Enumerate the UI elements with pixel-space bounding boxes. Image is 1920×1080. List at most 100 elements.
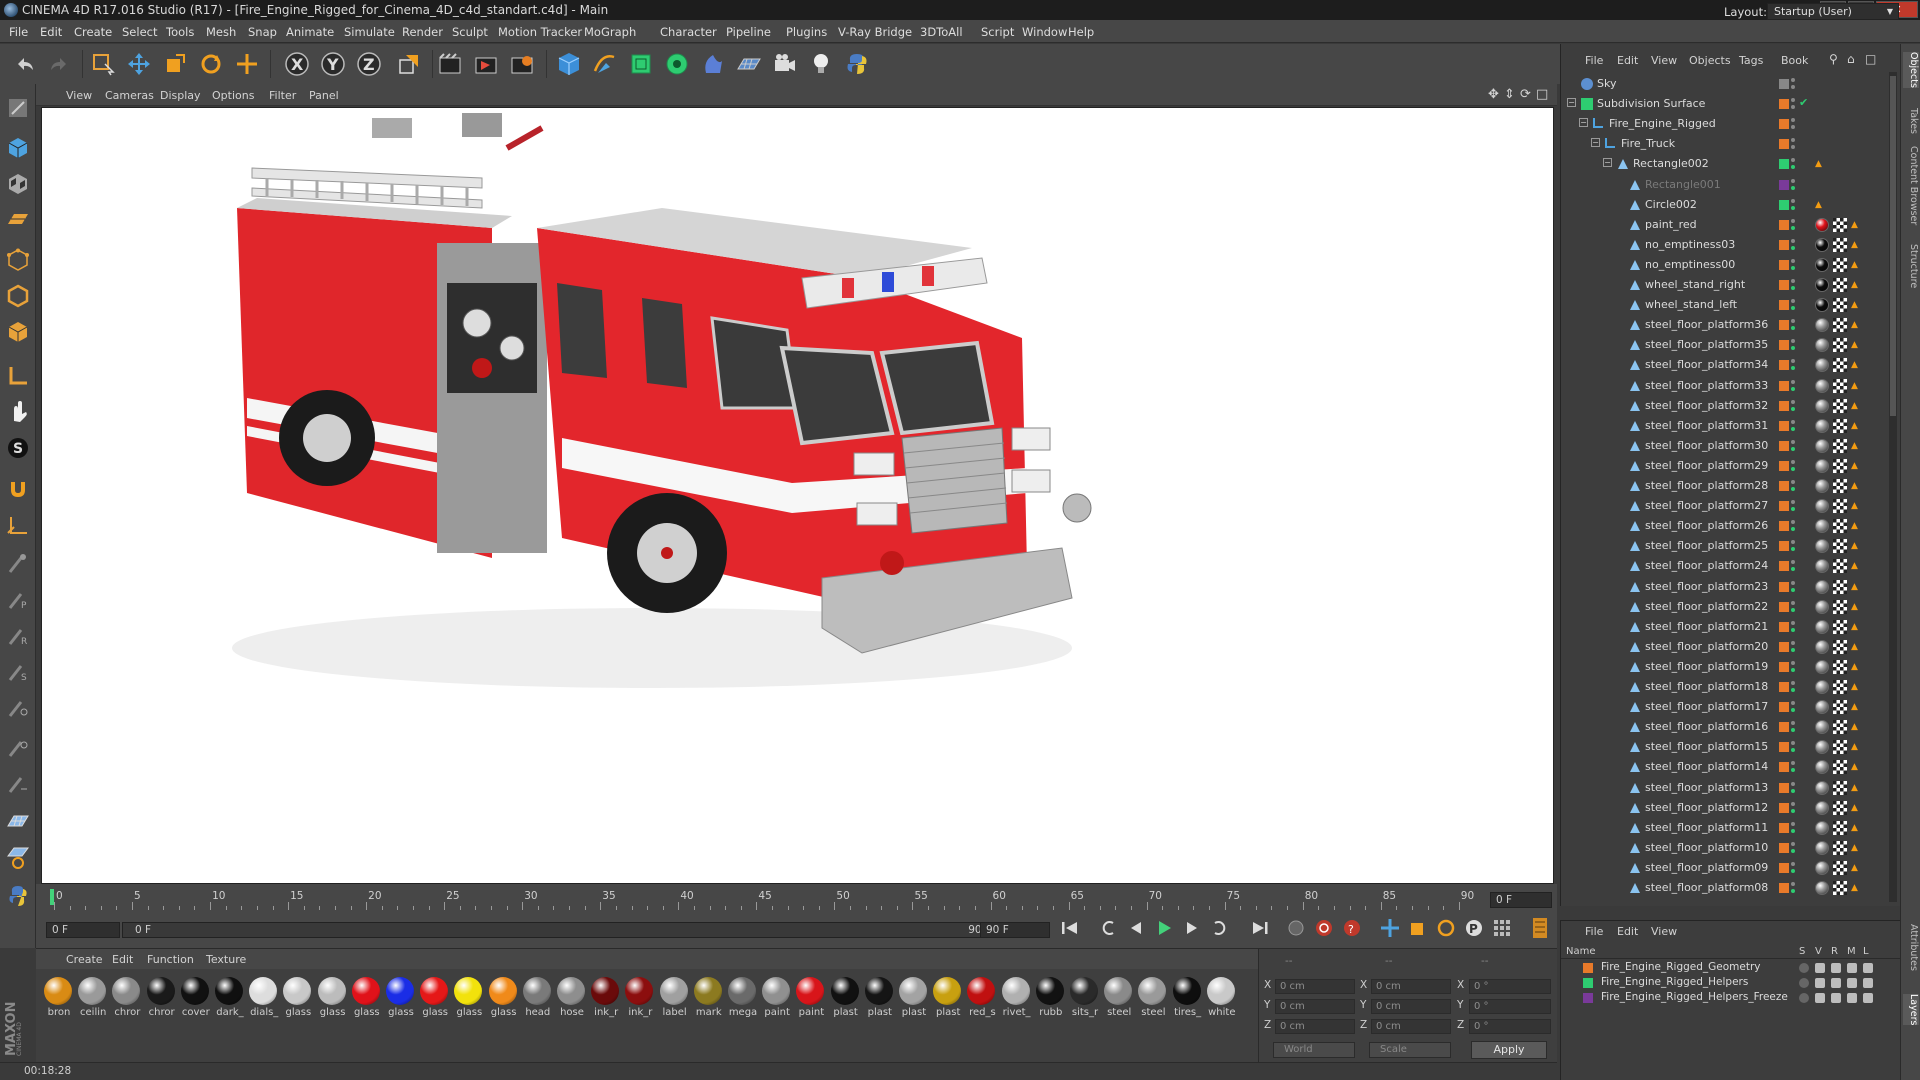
menu-select[interactable]: Select [122, 25, 157, 39]
menu-help[interactable]: Help [1068, 25, 1094, 39]
texture-tag-icon[interactable] [1833, 438, 1847, 453]
texture-mode-icon[interactable] [4, 170, 32, 198]
timeline-ruler[interactable]: 0 5 10 15 20 25 30 35 40 45 50 55 60 65 70 75 80 85 90 [50, 890, 1486, 912]
object-row[interactable]: steel_floor_platform34 ▲ [1561, 355, 1887, 375]
object-row[interactable]: no_emptiness03 ▲ [1561, 235, 1887, 255]
object-row[interactable]: steel_floor_platform19 ▲ [1561, 657, 1887, 677]
solo-toggle-icon[interactable] [1799, 963, 1809, 973]
phong-tag-icon[interactable]: ▲ [1851, 843, 1861, 853]
render-view-icon[interactable] [436, 50, 466, 78]
phong-tag-icon[interactable]: ▲ [1851, 300, 1861, 310]
editor-visibility-dot[interactable] [1791, 78, 1795, 82]
editor-visibility-dot[interactable] [1791, 741, 1795, 746]
home-icon[interactable]: ⌂ [1847, 52, 1855, 66]
layer-color-swatch[interactable] [1779, 159, 1789, 170]
tab-structure[interactable]: Structure [1903, 244, 1919, 288]
material-swatch[interactable]: head [521, 977, 553, 1018]
layer-color-swatch[interactable] [1779, 661, 1789, 672]
material-tag-icon[interactable] [1815, 358, 1829, 373]
pose-brush-icon[interactable]: P [4, 586, 32, 614]
texture-tag-icon[interactable] [1833, 659, 1847, 674]
object-row[interactable]: steel_floor_platform24 ▲ [1561, 556, 1887, 576]
viewport-menu-cameras[interactable]: Cameras [105, 89, 154, 102]
points-mode-icon[interactable] [4, 246, 32, 274]
phong-tag-icon[interactable]: ▲ [1851, 541, 1861, 551]
cube-icon[interactable] [554, 50, 584, 78]
texture-tag-icon[interactable] [1833, 700, 1847, 715]
material-swatch[interactable]: dark_ [213, 977, 245, 1018]
menu-render[interactable]: Render [402, 25, 443, 39]
layer-color-swatch[interactable] [1779, 561, 1789, 572]
object-menu-file[interactable]: File [1585, 54, 1603, 67]
layer-color-swatch[interactable] [1779, 440, 1789, 451]
material-tag-icon[interactable] [1815, 680, 1829, 694]
render-toggle-icon[interactable] [1831, 963, 1841, 973]
material-tag-icon[interactable] [1815, 700, 1829, 715]
object-row[interactable]: steel_floor_platform23 ▲ [1561, 577, 1887, 597]
previous-frame-icon[interactable] [1124, 917, 1148, 939]
render-visibility-dot[interactable] [1791, 688, 1795, 692]
material-tag-icon[interactable] [1815, 398, 1829, 413]
menu-window[interactable]: Window [1022, 25, 1067, 39]
layer-color-swatch[interactable] [1779, 541, 1789, 552]
layout-select[interactable]: Startup (User) ▼ [1767, 3, 1899, 20]
object-row[interactable]: steel_floor_platform10 ▲ [1561, 838, 1887, 858]
object-row[interactable]: − Fire_Engine_Rigged [1561, 114, 1887, 134]
layer-color-swatch[interactable] [1779, 119, 1789, 130]
editor-visibility-dot[interactable] [1791, 580, 1795, 585]
texture-tag-icon[interactable] [1833, 358, 1847, 373]
spline-tag-icon[interactable]: ▲ [1815, 159, 1825, 169]
layer-color-swatch[interactable] [1779, 581, 1789, 592]
layer-color-swatch[interactable] [1779, 239, 1789, 250]
position-y-field[interactable]: 0 cm [1275, 999, 1355, 1014]
editor-visibility-dot[interactable] [1791, 359, 1795, 364]
render-visibility-dot[interactable] [1791, 245, 1795, 250]
layer-color-swatch[interactable] [1779, 179, 1789, 190]
material-swatch[interactable]: glass [487, 977, 519, 1018]
tab-content-browser[interactable]: Content Browser [1903, 146, 1919, 225]
enable-axis-icon[interactable] [4, 512, 32, 540]
texture-tag-icon[interactable] [1833, 237, 1847, 252]
z-axis-icon[interactable]: Z [354, 50, 384, 78]
material-swatch[interactable]: sits_r [1068, 977, 1100, 1018]
camera-icon[interactable] [770, 50, 800, 78]
editor-visibility-dot[interactable] [1791, 520, 1795, 525]
material-tag-icon[interactable] [1815, 418, 1829, 433]
object-row[interactable]: steel_floor_platform14 ▲ [1561, 757, 1887, 777]
menu-snap[interactable]: Snap [248, 25, 277, 39]
menu-simulate[interactable]: Simulate [344, 25, 395, 39]
sculpt-brush-icon[interactable] [4, 550, 32, 578]
texture-tag-icon[interactable] [1833, 539, 1847, 554]
render-visibility-dot[interactable] [1791, 225, 1795, 230]
pen-spline-icon[interactable] [590, 50, 620, 78]
object-row[interactable]: no_emptiness00 ▲ [1561, 255, 1887, 275]
object-row[interactable]: wheel_stand_left ▲ [1561, 295, 1887, 315]
texture-tag-icon[interactable] [1833, 639, 1847, 654]
texture-tag-icon[interactable] [1833, 318, 1847, 333]
key-point-level-icon[interactable] [1490, 917, 1514, 939]
render-visibility-dot[interactable] [1791, 507, 1795, 512]
layer-color-swatch[interactable] [1779, 320, 1789, 331]
material-tag-icon[interactable] [1815, 740, 1829, 755]
object-row[interactable]: − Fire_Truck [1561, 134, 1887, 154]
texture-tag-icon[interactable] [1833, 599, 1847, 614]
autokeying-icon[interactable]: ? [1340, 917, 1364, 939]
object-row[interactable]: steel_floor_platform21 ▲ [1561, 617, 1887, 637]
material-tag-icon[interactable] [1815, 840, 1829, 855]
material-swatch[interactable]: ink_r [589, 977, 621, 1018]
current-frame-field[interactable]: 0 F [1490, 892, 1552, 908]
tab-attributes[interactable]: Attributes [1903, 924, 1919, 971]
texture-tag-icon[interactable] [1833, 338, 1847, 353]
render-visibility-dot[interactable] [1791, 286, 1795, 290]
texture-tag-icon[interactable] [1833, 881, 1847, 895]
material-swatch[interactable]: bron [42, 977, 74, 1018]
python-script-icon[interactable] [4, 882, 32, 910]
position-x-field[interactable]: 0 cm [1275, 979, 1355, 994]
menu-script[interactable]: Script [981, 25, 1014, 39]
render-visibility-dot[interactable] [1791, 527, 1795, 532]
phong-tag-icon[interactable]: ▲ [1851, 602, 1861, 612]
editor-visibility-dot[interactable] [1791, 238, 1795, 243]
manager-toggle-icon[interactable] [1847, 963, 1857, 973]
layer-color-swatch[interactable] [1779, 380, 1789, 391]
layer-color-swatch[interactable] [1779, 641, 1789, 652]
